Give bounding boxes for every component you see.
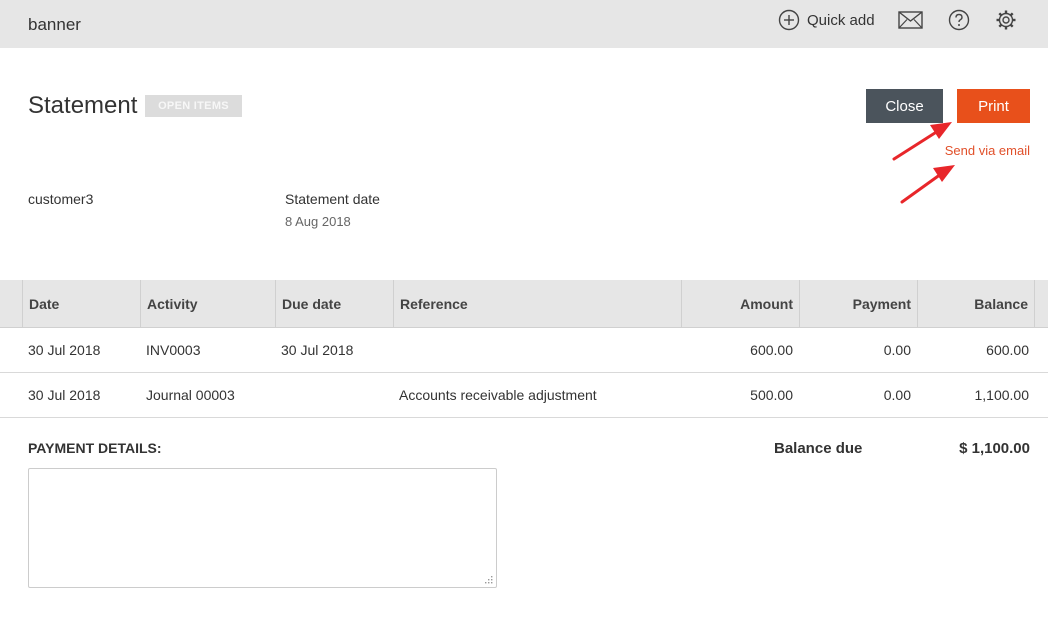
column-header-amount[interactable]: Amount	[681, 280, 799, 327]
annotation-arrow-print	[892, 122, 952, 161]
cell-balance: 1,100.00	[974, 387, 1030, 403]
plus-circle-icon	[778, 9, 800, 31]
page-title: Statement	[28, 92, 138, 119]
quick-add-button[interactable]: Quick add	[778, 9, 875, 31]
top-bar: banner Quick add	[0, 0, 1048, 48]
banner-text: banner	[28, 15, 81, 34]
balance-due-label: Balance due	[774, 440, 863, 457]
cell-amount: 500.00	[750, 387, 793, 403]
cell-payment: 0.00	[883, 342, 911, 358]
cell-activity-link[interactable]: INV0003	[146, 328, 200, 372]
help-icon[interactable]	[948, 9, 970, 31]
cell-activity-link[interactable]: Journal 00003	[146, 373, 235, 417]
column-header-reference[interactable]: Reference	[393, 280, 681, 327]
cell-balance: 600.00	[986, 342, 1029, 358]
cell-reference: Accounts receivable adjustment	[399, 387, 597, 403]
payment-details-input[interactable]	[28, 468, 497, 588]
column-header-due-date[interactable]: Due date	[275, 280, 393, 327]
table-row: 30 Jul 2018 INV0003 30 Jul 2018 600.00 0…	[0, 328, 1048, 373]
send-via-email-link[interactable]: Send via email	[945, 143, 1030, 158]
cell-due-date: 30 Jul 2018	[281, 342, 354, 358]
quick-add-label: Quick add	[807, 11, 875, 29]
column-header-activity[interactable]: Activity	[140, 280, 275, 327]
table-row: 30 Jul 2018 Journal 00003 Accounts recei…	[0, 373, 1048, 418]
column-header-date[interactable]: Date	[22, 280, 140, 327]
statement-date-value: 8 Aug 2018	[285, 214, 351, 229]
mail-icon[interactable]	[898, 11, 923, 29]
resize-grip-icon[interactable]	[484, 575, 493, 584]
gear-icon[interactable]	[995, 9, 1017, 31]
table-header: Date Activity Due date Reference Amount …	[0, 280, 1048, 328]
status-badge: OPEN ITEMS	[145, 95, 242, 117]
cell-date: 30 Jul 2018	[28, 342, 101, 358]
column-header-payment[interactable]: Payment	[799, 280, 917, 327]
balance-due-value: $ 1,100.00	[959, 440, 1030, 457]
statement-date-label: Statement date	[285, 191, 380, 207]
cell-date: 30 Jul 2018	[28, 387, 101, 403]
payment-details-label: PAYMENT DETAILS:	[28, 440, 162, 456]
print-button[interactable]: Print	[957, 89, 1030, 123]
cell-amount: 600.00	[750, 342, 793, 358]
cell-payment: 0.00	[883, 387, 911, 403]
customer-name: customer3	[28, 191, 94, 207]
close-button[interactable]: Close	[866, 89, 943, 123]
annotation-arrow-send-email	[900, 165, 955, 204]
column-header-balance[interactable]: Balance	[917, 280, 1035, 327]
